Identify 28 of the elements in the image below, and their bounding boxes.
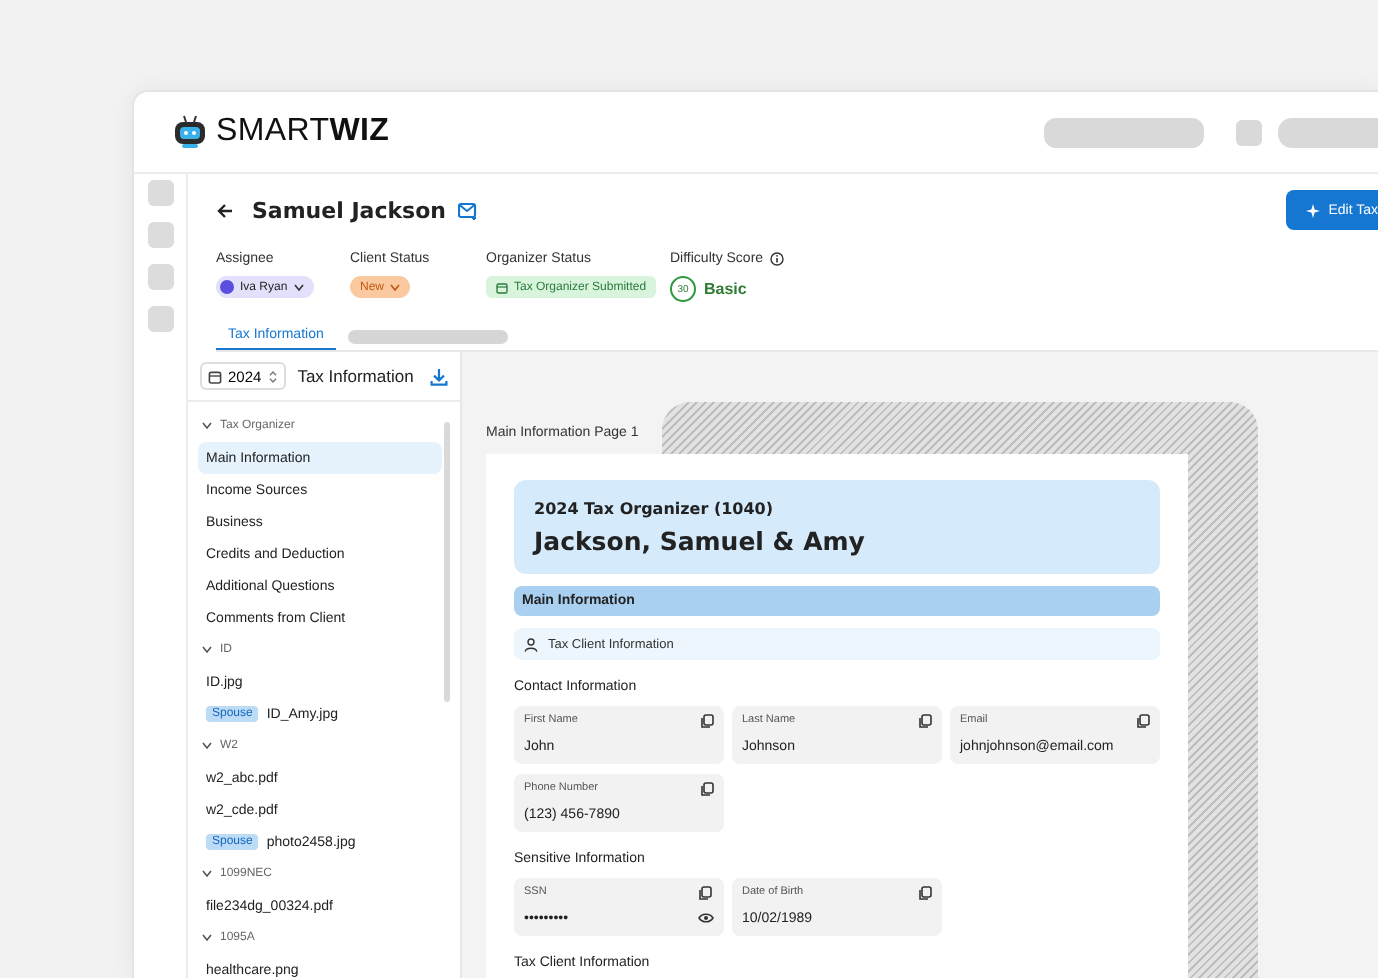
caret-icon [293, 283, 304, 291]
caret-icon [390, 283, 401, 291]
robot-logo-icon [172, 114, 208, 150]
copy-icon[interactable] [700, 782, 714, 796]
mail-icon[interactable] [458, 201, 478, 219]
logo-text: SMARTWIZ [216, 114, 390, 150]
copy-icon[interactable] [698, 886, 712, 900]
calendar-icon [208, 369, 222, 383]
document-subtitle: 2024 Tax Organizer (1040) [534, 500, 776, 518]
sparkle-icon [1306, 203, 1321, 217]
copy-icon[interactable] [918, 886, 932, 900]
difficulty-level: Basic [704, 280, 747, 298]
back-arrow-icon[interactable] [216, 201, 234, 219]
panel-title: Tax Information [297, 366, 416, 386]
sort-arrows-icon [267, 369, 278, 383]
copy-icon[interactable] [918, 714, 932, 728]
loading-placeholder [1236, 119, 1262, 145]
copy-icon[interactable] [1136, 714, 1150, 728]
scrollbar[interactable] [444, 422, 450, 702]
info-icon[interactable] [769, 252, 784, 266]
person-icon [524, 637, 538, 651]
copy-icon[interactable] [700, 714, 714, 728]
calendar-icon [496, 281, 508, 293]
download-icon[interactable] [430, 367, 448, 385]
client-name: Samuel Jackson [252, 197, 446, 223]
eye-icon[interactable] [698, 911, 714, 923]
avatar-icon [220, 280, 234, 294]
document-title: Jackson, Samuel & Amy [534, 526, 867, 556]
